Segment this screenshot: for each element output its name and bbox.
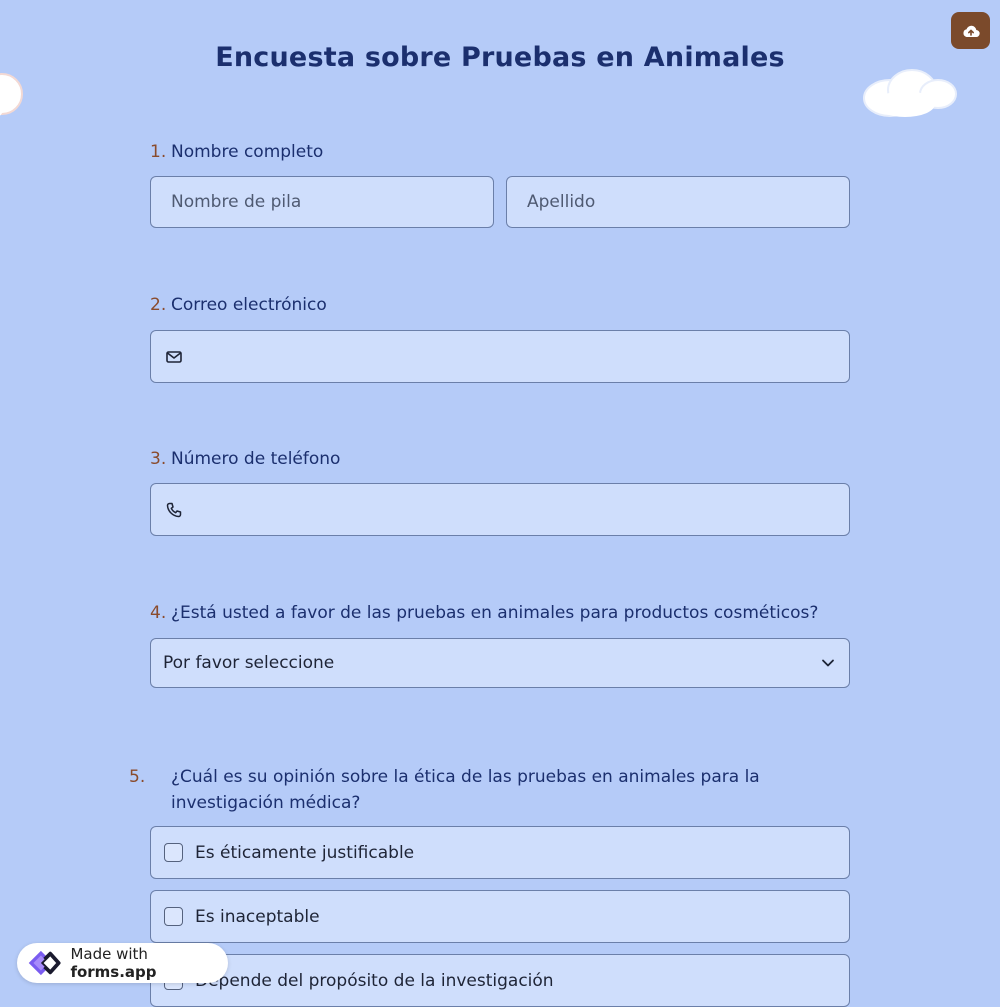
question-text: Correo electrónico — [171, 295, 327, 315]
chevron-down-icon — [822, 659, 834, 667]
question-number: 2. — [150, 295, 167, 315]
first-name-input[interactable] — [151, 177, 493, 227]
question-number: 3. — [150, 449, 167, 469]
question-4-label: 4. ¿Está usted a favor de las pruebas en … — [150, 600, 818, 626]
brand-name: forms.app — [70, 963, 157, 981]
question-5-label: 5. ¿Cuál es su opinión sobre la ética de … — [129, 764, 850, 816]
made-with-text: Made with — [70, 945, 148, 963]
option-label: Depende del propósito de la investigació… — [195, 970, 554, 991]
email-input[interactable] — [183, 331, 849, 382]
question-number: 5. — [129, 767, 146, 787]
question-3-label: 3. Número de teléfono — [150, 446, 340, 472]
checkbox[interactable] — [164, 843, 183, 862]
select-value: Por favor seleccione — [163, 653, 335, 673]
question-number: 1. — [150, 142, 167, 162]
question-number: 4. — [150, 603, 167, 623]
email-field[interactable] — [150, 330, 850, 383]
phone-input[interactable] — [183, 484, 849, 535]
question-text: ¿Está usted a favor de las pruebas en an… — [171, 603, 819, 623]
question-2-label: 2. Correo electrónico — [150, 292, 327, 318]
question-text: Número de teléfono — [171, 449, 341, 469]
cosmetics-select[interactable]: Por favor seleccione — [150, 638, 850, 688]
last-name-field[interactable] — [506, 176, 850, 228]
phone-field[interactable] — [150, 483, 850, 536]
option-label: Es inaceptable — [195, 906, 320, 927]
option-label: Es éticamente justificable — [195, 842, 415, 863]
badge-text: Made with forms.app — [70, 945, 228, 981]
mail-icon — [166, 350, 182, 363]
option-ethically-justifiable[interactable]: Es éticamente justificable — [150, 826, 850, 879]
first-name-field[interactable] — [150, 176, 494, 228]
question-1-label: 1. Nombre completo — [150, 139, 323, 165]
phone-icon — [166, 502, 182, 517]
forms-app-logo-icon — [28, 950, 61, 976]
question-text: ¿Cuál es su opinión sobre la ética de la… — [171, 767, 760, 813]
option-depends-on-purpose[interactable]: Depende del propósito de la investigació… — [150, 954, 850, 1007]
checkbox[interactable] — [164, 907, 183, 926]
form-title: Encuesta sobre Pruebas en Animales — [215, 42, 785, 73]
question-text: Nombre completo — [171, 142, 324, 162]
last-name-input[interactable] — [507, 177, 849, 227]
option-unacceptable[interactable]: Es inaceptable — [150, 890, 850, 943]
cloud-decoration-left — [0, 73, 23, 116]
cloud-upload-icon — [962, 25, 980, 37]
made-with-forms-app-badge[interactable]: Made with forms.app — [17, 943, 228, 983]
